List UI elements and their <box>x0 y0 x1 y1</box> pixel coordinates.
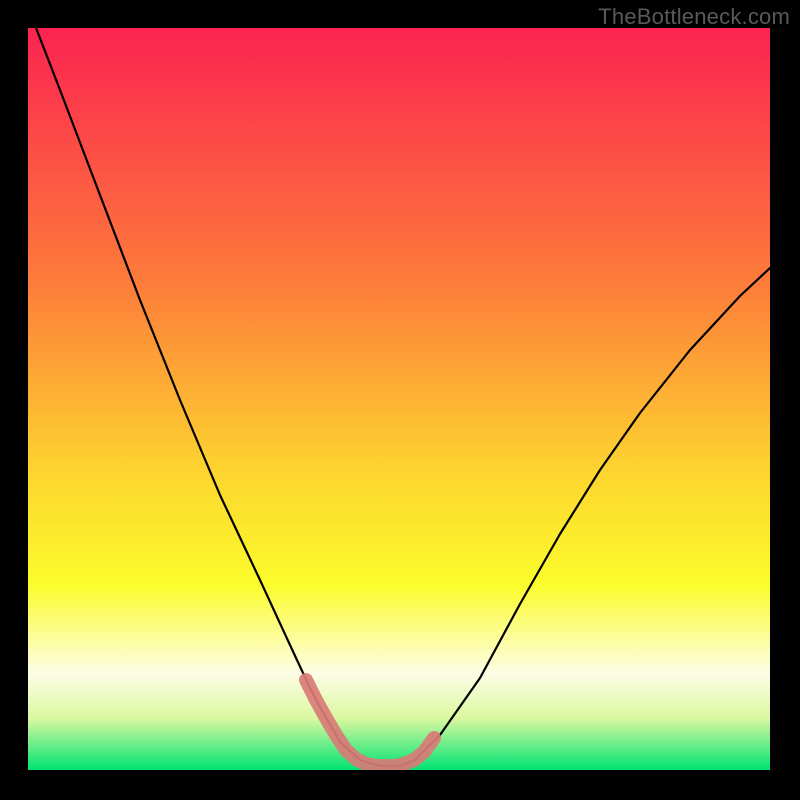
chart-svg <box>0 0 800 800</box>
watermark-text: TheBottleneck.com <box>598 4 790 30</box>
chart-stage: TheBottleneck.com <box>0 0 800 800</box>
plot-background <box>28 28 770 770</box>
